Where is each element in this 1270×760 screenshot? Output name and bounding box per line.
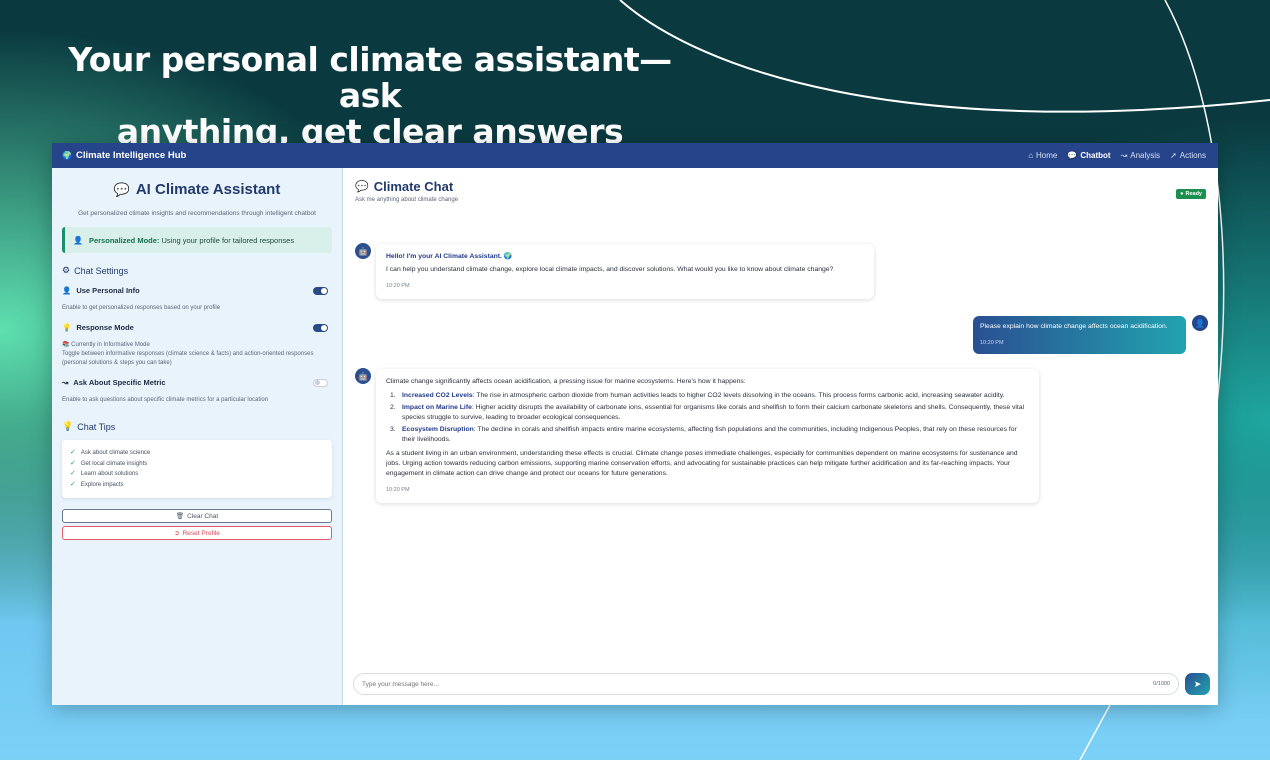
bot-message-text: I can help you understand climate change… [386,266,834,273]
status-badge: ● Ready [1176,189,1206,199]
message-time: 10:20 PM [386,283,410,289]
clear-chat-label: Clear Chat [187,512,219,520]
user-avatar: 👤 [1192,315,1208,331]
lightbulb-icon: 💡 [62,323,72,332]
nav-analysis-label: Analysis [1130,151,1161,160]
list-item: 3. Ecosystem Disruption: The decline in … [390,426,1017,443]
message-input[interactable] [362,680,1154,688]
user-edit-icon: 👤 [62,286,72,295]
user-message: Please explain how climate change affect… [973,316,1186,354]
rocket-icon: ➚ [1170,150,1177,160]
message-composer: 0/1000 ➤ [353,673,1210,695]
hero-line-1: Your personal climate assistant—ask [68,40,672,115]
chart-icon: ↝ [1120,150,1128,160]
bot-greeting: Hello! I'm your AI Climate Assistant. 🌍 [386,253,513,260]
nav-analysis[interactable]: ↝ Analysis [1121,151,1161,160]
check-icon: ✓ [70,470,76,477]
response-mode-current: Currently in Informative Mode [71,342,150,348]
sidebar-title: 💬 AI Climate Assistant [62,181,332,198]
tip-item: ✓ Ask about climate science [70,448,324,459]
specific-metric-label: Ask About Specific Metric [73,378,166,387]
brand[interactable]: 🌍 Climate Intelligence Hub [62,150,186,161]
setting-personal-info: 👤 Use Personal Info Enable to get person… [62,286,332,313]
chat-panel: 💬 Climate Chat Ask me anything about cli… [343,168,1218,705]
nav-chatbot[interactable]: 💬 Chatbot [1067,151,1110,160]
bot-outro: As a student living in an urban environm… [386,450,1018,477]
user-icon: 👤 [73,235,83,245]
status-dot-icon: ● [1180,191,1184,197]
hero-headline: Your personal climate assistant—ask anyt… [40,42,700,150]
mode-label: Personalized Mode: [88,235,160,245]
bot-avatar: 🤖 [355,243,371,259]
chat-bubbles-icon: 💬 [355,181,369,193]
chat-tips-label: Chat Tips [77,421,116,432]
chat-title-text: Climate Chat [373,179,454,194]
bot-intro: Climate change significantly affects oce… [386,378,746,385]
sidebar-title-text: AI Climate Assistant [135,181,281,198]
sign-out-icon: ➲ [174,530,180,537]
nav-chatbot-label: Chatbot [1080,151,1111,160]
mode-text: Using your profile for tailored response… [161,235,295,245]
trash-icon: 🗑 [175,513,185,520]
nav-home[interactable]: ⌂ Home [1028,151,1057,160]
specific-metric-desc: Enable to ask questions about specific c… [62,397,269,403]
send-button[interactable]: ➤ [1185,673,1210,695]
sidebar: 💬 AI Climate Assistant Get personalized … [52,168,343,705]
char-counter: 0/1000 [1153,681,1170,687]
globe-icon: 🌍 [62,150,72,160]
chat-header: 💬 Climate Chat Ask me anything about cli… [343,168,1218,203]
home-icon: ⌂ [1028,150,1034,160]
check-icon: ✓ [70,480,76,488]
user-message-text: Please explain how climate change affect… [980,323,1168,330]
personal-info-label: Use Personal Info [76,286,140,295]
nav-actions-label: Actions [1179,151,1206,160]
response-mode-toggle[interactable] [313,323,328,332]
bot-message: Climate change significantly affects oce… [376,369,1039,503]
response-mode-label: Response Mode [76,323,134,332]
list-item: 2. Impact on Marine Life: Higher acidity… [390,404,1025,421]
tip-item: ✓ Explore impacts [70,480,324,491]
message-time: 10:20 PM [386,487,410,493]
message-time: 10:20 PM [980,340,1004,346]
personal-info-toggle[interactable] [313,286,328,295]
check-icon: ✓ [70,459,76,467]
nav-home-label: Home [1036,151,1058,160]
chat-settings-heading: ⚙ Chat Settings [62,265,332,276]
bot-message: Hello! I'm your AI Climate Assistant. 🌍 … [376,244,874,299]
chat-settings-label: Chat Settings [74,265,129,276]
list-item: 1. Increased CO2 Levels: The rise in atm… [390,392,1005,399]
check-icon: ✓ [70,449,76,456]
books-icon: 📚 [62,342,70,348]
nav-actions[interactable]: ➚ Actions [1170,151,1206,160]
chat-bubbles-icon: 💬 [113,181,130,197]
gear-icon: ⚙ [62,265,71,275]
personalized-mode-banner: 👤 Personalized Mode: Using your profile … [62,227,332,253]
tip-item: ✓ Learn about solutions [70,469,324,480]
paper-plane-icon: ➤ [1193,678,1202,689]
chat-title: 💬 Climate Chat [355,179,458,194]
specific-metric-toggle[interactable] [313,378,328,387]
nav-menu: ⌂ Home 💬 Chatbot ↝ Analysis ➚ Actions [1028,151,1206,160]
chat-subtitle: Ask me anything about climate change [355,197,459,203]
reset-profile-label: Reset Profile [182,529,220,537]
tip-item: ✓ Get local climate insights [70,459,324,470]
lightbulb-icon: 💡 [62,421,74,431]
response-mode-desc: Toggle between informative responses (cl… [62,351,314,366]
sidebar-subtitle: Get personalized climate insights and re… [78,210,316,217]
setting-response-mode: 💡 Response Mode 📚 Currently in Informati… [62,323,332,368]
line-chart-icon: ↝ [62,378,69,387]
status-label: Ready [1185,191,1202,197]
reset-profile-button[interactable]: ➲ Reset Profile [62,526,332,540]
setting-specific-metric: ↝ Ask About Specific Metric Enable to as… [62,378,332,405]
personal-info-desc: Enable to get personalized responses bas… [62,305,221,311]
brand-label: Climate Intelligence Hub [75,150,187,161]
chat-icon: 💬 [1067,150,1078,160]
top-navbar: 🌍 Climate Intelligence Hub ⌂ Home 💬 Chat… [52,143,1218,168]
message-input-wrapper: 0/1000 [353,673,1179,695]
app-window: 🌍 Climate Intelligence Hub ⌂ Home 💬 Chat… [52,143,1218,705]
chat-tips-list: ✓ Ask about climate science ✓ Get local cl… [62,440,332,498]
clear-chat-button[interactable]: 🗑 Clear Chat [62,509,332,523]
bot-avatar: 🤖 [355,368,371,384]
chat-tips-heading: 💡 Chat Tips [62,421,332,432]
